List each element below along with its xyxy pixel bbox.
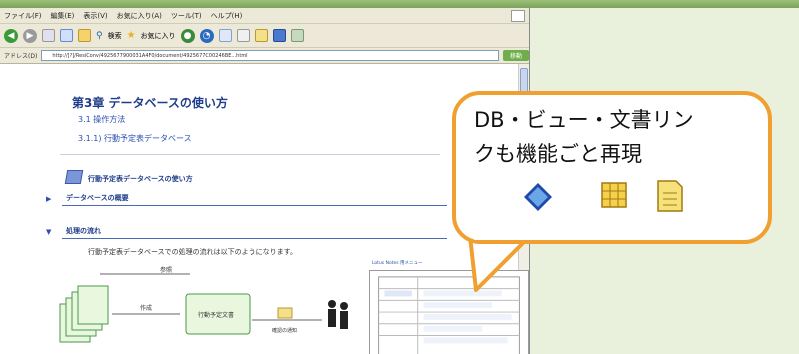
notes-menu-panel — [369, 270, 529, 354]
go-button[interactable]: 移動 — [503, 50, 529, 61]
subheading: 行動予定表データベースの使い方 — [88, 175, 193, 183]
back-icon[interactable]: ◀ — [4, 28, 18, 43]
callout-icons — [524, 180, 683, 212]
section1-arrow-icon[interactable]: ▶ — [46, 195, 51, 203]
folder-icon[interactable] — [254, 29, 268, 42]
divider — [60, 154, 440, 155]
forward-icon[interactable]: ▶ — [23, 28, 37, 43]
discuss-icon[interactable] — [290, 29, 304, 42]
menu-help[interactable]: ヘルプ(H) — [211, 11, 243, 21]
section-flow[interactable]: 処理の流れ — [62, 225, 447, 239]
diagram-label-top: 参照 — [160, 266, 172, 274]
menu-edit[interactable]: 編集(E) — [51, 11, 75, 21]
screenshot-stage: ファイル(F) 編集(E) 表示(V) お気に入り(A) ツール(T) ヘルプ(… — [0, 0, 799, 354]
menu-bar: ファイル(F) 編集(E) 表示(V) お気に入り(A) ツール(T) ヘルプ(… — [0, 8, 529, 24]
favorites-label[interactable]: お気に入り — [141, 31, 176, 41]
toolbar: ◀ ▶ ⚲ 検索 ★ お気に入り ● ◔ — [0, 24, 529, 48]
print-icon[interactable] — [236, 29, 250, 42]
home-icon[interactable] — [78, 29, 91, 42]
menu-tools[interactable]: ツール(T) — [171, 11, 202, 21]
diagram-label-notify: 確認の通知 — [272, 327, 297, 334]
diagram-label-doc: 行動予定文書 — [198, 311, 234, 319]
stop-icon[interactable] — [42, 29, 55, 42]
mail-icon[interactable] — [218, 29, 232, 42]
history-icon[interactable]: ◔ — [199, 28, 214, 43]
window-top-border — [0, 0, 799, 8]
view-icon — [601, 182, 627, 208]
refresh-icon[interactable] — [60, 29, 73, 42]
database-icon — [524, 183, 552, 211]
chapter-title: 第3章 データベースの使い方 — [72, 96, 228, 110]
diagram-label-mid: 作成 — [140, 304, 152, 312]
documents-stack-icon — [59, 285, 109, 343]
people-group-icon — [328, 300, 348, 329]
callout-line2: クも機能ごと再現 — [474, 142, 642, 166]
section-overview[interactable]: データベースの概要 — [62, 192, 447, 206]
search-icon[interactable]: ⚲ — [96, 31, 103, 41]
menu-favorites[interactable]: お気に入り(A) — [117, 11, 162, 21]
windows-logo-icon — [511, 9, 525, 22]
search-label[interactable]: 検索 — [108, 31, 122, 41]
flow-diagram: 参照 作成 行動予定文書 確認の通知 — [59, 266, 348, 343]
link-schedule-db[interactable]: 3.1.1) 行動予定表データベース — [78, 133, 192, 144]
menu-file[interactable]: ファイル(F) — [4, 11, 42, 21]
section2-arrow-icon[interactable]: ▼ — [46, 228, 51, 236]
panel-title: Lotus Notes 用メニュー — [372, 261, 423, 266]
address-bar: アドレス(D) http://[?]/ResiConv/492567790003… — [0, 48, 529, 64]
mail-envelope-icon — [277, 307, 293, 319]
flow-description: 行動予定表データベースでの処理の流れは以下のようになります。 — [88, 248, 297, 256]
messenger-icon[interactable] — [272, 29, 286, 42]
media-icon[interactable]: ● — [180, 28, 195, 43]
callout-line1: DB・ビュー・文書リン — [474, 108, 694, 132]
address-input[interactable]: http://[?]/ResiConv/4925677900031A4F0/do… — [41, 50, 499, 61]
link-operation[interactable]: 3.1 操作方法 — [78, 114, 125, 125]
menu-view[interactable]: 表示(V) — [83, 11, 107, 21]
document-icon — [657, 180, 683, 212]
favorites-star-icon[interactable]: ★ — [127, 30, 136, 41]
book-icon — [64, 170, 84, 184]
address-label: アドレス(D) — [4, 53, 38, 60]
